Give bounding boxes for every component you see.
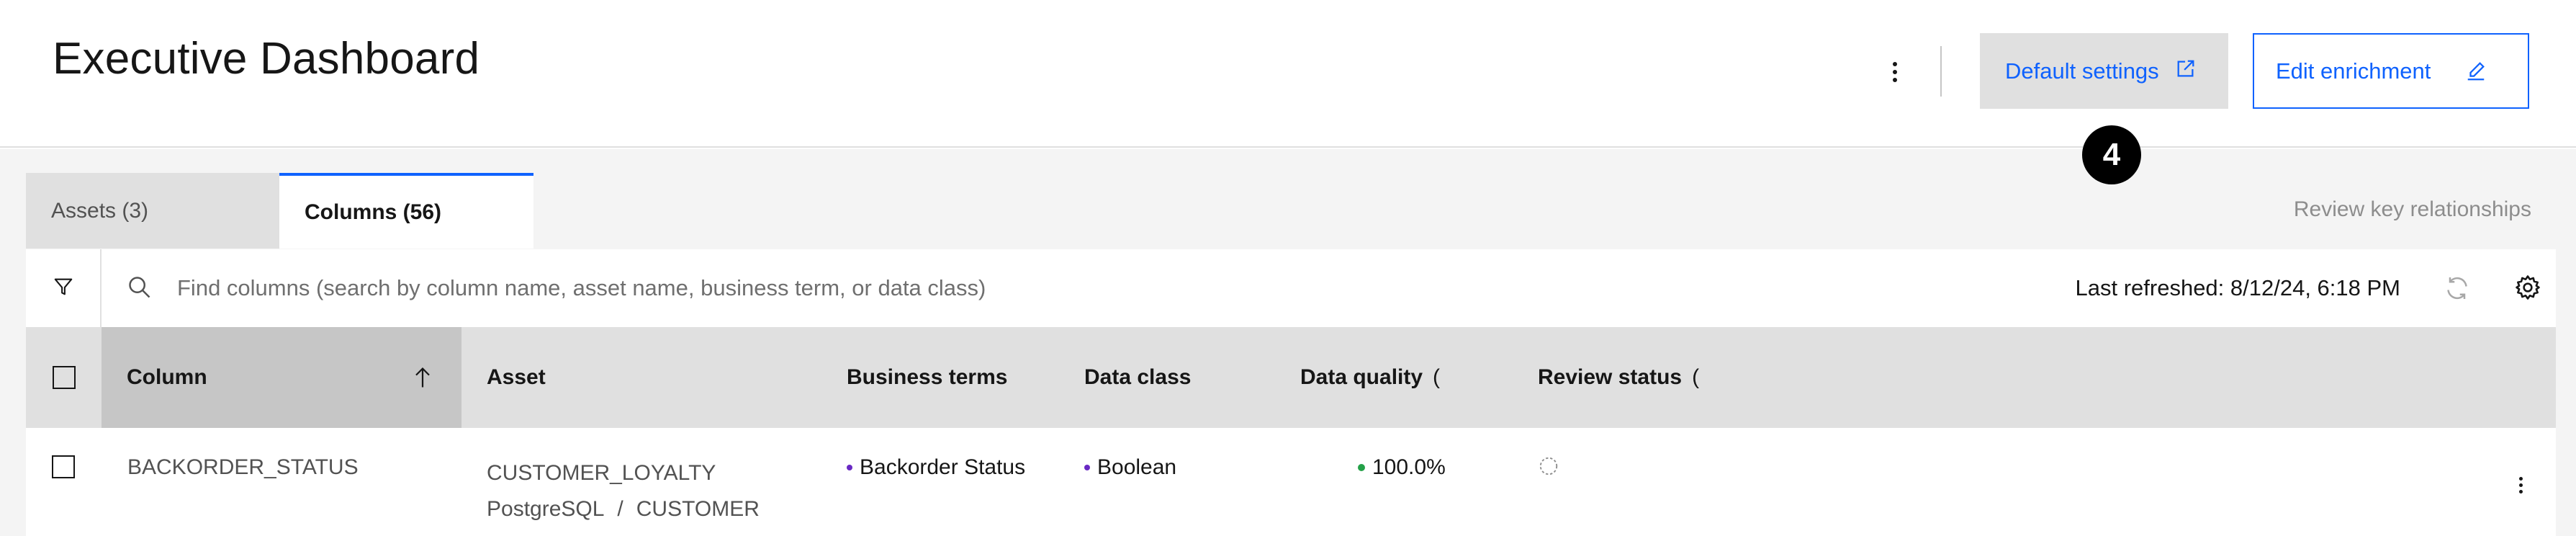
tab-assets[interactable]: Assets (3) xyxy=(26,173,279,249)
last-refreshed-text: Last refreshed: 8/12/24, 6:18 PM xyxy=(2075,275,2401,300)
filter-button[interactable] xyxy=(26,249,102,327)
edit-icon xyxy=(2465,61,2487,82)
page-title: Executive Dashboard xyxy=(53,34,480,84)
data-quality-info-icon[interactable]: ( xyxy=(1433,365,1440,390)
settings-icon[interactable] xyxy=(2514,274,2541,305)
filter-icon xyxy=(53,276,74,301)
row-review-status xyxy=(1538,455,1559,483)
column-header-review-status[interactable]: Review status ( xyxy=(1538,327,1699,428)
row-asset-name[interactable]: CUSTOMER_LOYALTY xyxy=(487,455,760,491)
row-data-quality: 100.0% xyxy=(1358,455,1446,480)
tab-columns[interactable]: Columns (56) xyxy=(279,173,533,249)
launch-icon xyxy=(2175,58,2197,85)
column-header-label: Column xyxy=(127,365,207,389)
review-status-info-icon[interactable]: ( xyxy=(1692,365,1699,390)
select-all-cell xyxy=(26,327,102,428)
row-column-name[interactable]: BACKORDER_STATUS xyxy=(127,455,359,480)
table-row[interactable]: BACKORDER_STATUS CUSTOMER_LOYALTY Postgr… xyxy=(26,428,2556,536)
column-header-column[interactable]: Column xyxy=(102,327,461,428)
column-header-data-quality[interactable]: Data quality ( xyxy=(1300,327,1440,428)
data-quality-header-label: Data quality xyxy=(1300,365,1423,389)
page-header: Executive Dashboard Default settings Edi… xyxy=(0,0,2576,148)
row-asset-path: PostgreSQL / CUSTOMER xyxy=(487,491,760,527)
row-asset-schema: CUSTOMER xyxy=(636,497,760,521)
path-separator: / xyxy=(617,497,623,521)
default-settings-label: Default settings xyxy=(2005,58,2159,84)
row-select-cell xyxy=(52,455,75,478)
edit-enrichment-button[interactable]: Edit enrichment xyxy=(2253,33,2529,109)
overflow-menu-icon xyxy=(1893,62,1897,66)
column-header-data-class[interactable]: Data class xyxy=(1084,327,1191,428)
default-settings-button[interactable]: Default settings xyxy=(1980,33,2228,109)
review-key-relationships-link[interactable]: Review key relationships xyxy=(2294,197,2531,222)
table-toolbar: Last refreshed: 8/12/24, 6:18 PM xyxy=(26,249,2556,327)
search-icon xyxy=(127,274,153,304)
column-header-asset[interactable]: Asset xyxy=(487,327,546,428)
sort-ascending-icon[interactable] xyxy=(410,363,436,398)
column-header-business-terms[interactable]: Business terms xyxy=(847,327,1007,428)
header-overflow-menu-button[interactable] xyxy=(1881,50,1909,94)
row-asset-source: PostgreSQL xyxy=(487,497,605,521)
table-header: Column Asset Business terms Data class D… xyxy=(26,327,2556,428)
class-bullet-icon xyxy=(1084,465,1090,470)
pending-status-icon xyxy=(1538,457,1559,482)
row-data-class-label: Boolean xyxy=(1097,455,1177,479)
row-overflow-menu-button[interactable] xyxy=(2519,477,2523,493)
edit-enrichment-label: Edit enrichment xyxy=(2276,58,2431,84)
term-bullet-icon xyxy=(847,465,852,470)
header-divider xyxy=(1940,46,1942,97)
step-callout-badge: 4 xyxy=(2082,125,2141,184)
refresh-icon[interactable] xyxy=(2443,274,2472,306)
row-business-term[interactable]: Backorder Status xyxy=(847,455,1025,480)
row-data-quality-value: 100.0% xyxy=(1372,455,1446,479)
quality-bullet-icon xyxy=(1358,464,1365,471)
row-data-class[interactable]: Boolean xyxy=(1084,455,1176,480)
row-asset-cell: CUSTOMER_LOYALTY PostgreSQL / CUSTOMER xyxy=(487,455,760,527)
select-all-checkbox[interactable] xyxy=(52,366,76,389)
overflow-menu-icon xyxy=(2519,477,2523,481)
review-status-header-label: Review status xyxy=(1538,365,1683,389)
search-input[interactable] xyxy=(177,268,1545,308)
tab-list: Assets (3) Columns (56) xyxy=(26,173,533,249)
row-business-term-label: Backorder Status xyxy=(860,455,1026,479)
row-checkbox[interactable] xyxy=(52,455,75,478)
